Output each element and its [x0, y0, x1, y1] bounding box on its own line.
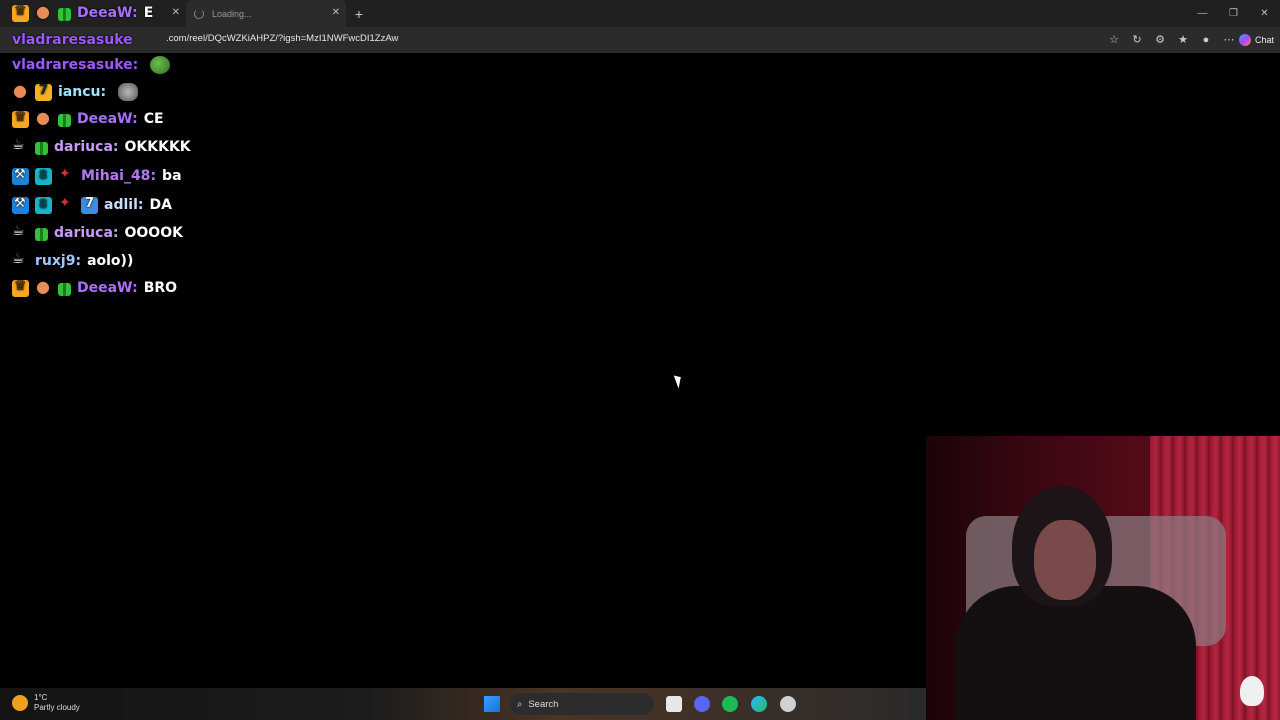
obs-icon[interactable]: [780, 696, 796, 712]
chat-username: dariuca:: [54, 225, 119, 241]
chat-username: vladraresasuke:: [12, 57, 139, 73]
edge-icon[interactable]: [751, 696, 767, 712]
file-explorer-icon[interactable]: [666, 696, 682, 712]
crown-badge-icon: [12, 109, 29, 128]
gift-badge-icon: [58, 282, 71, 296]
hammer-badge-icon: [12, 196, 29, 214]
maximize-icon[interactable]: ❐: [1218, 0, 1249, 27]
chat-text: OKKKKK: [124, 139, 191, 155]
blue7-badge-icon: [81, 196, 98, 214]
favorites-icon[interactable]: ★: [1174, 31, 1192, 49]
chat-message: dariuca: OKKKKK: [12, 136, 191, 158]
chat-text: OOOOK: [124, 225, 183, 241]
window-controls: — ❐ ✕: [1187, 0, 1280, 27]
chat-text: ba: [162, 168, 182, 184]
chat-message: adlil: DA: [12, 194, 172, 216]
chat-username: adlil:: [104, 197, 144, 213]
crown-badge-icon: [12, 3, 29, 22]
toolbar-icons: ☆ ↻ ⚙ ★ ● ⋯: [1105, 31, 1238, 49]
chat-message: dariuca: OOOOK: [12, 222, 183, 244]
discord-icon[interactable]: [694, 696, 710, 712]
cat-badge-icon: [12, 81, 29, 101]
weather-temp: 1°C: [34, 693, 48, 702]
search-label: Search: [528, 698, 559, 710]
chat-message: ruxj9: aolo)): [12, 250, 133, 272]
favorite-star-icon[interactable]: ☆: [1105, 31, 1123, 49]
sub-badge-icon: [35, 196, 52, 214]
chat-username: iancu:: [58, 84, 107, 100]
windows-start-icon[interactable]: [484, 696, 500, 712]
chat-text: BRO: [143, 280, 178, 296]
taskbar: 1°C Partly cloudy ⌕ Search: [0, 688, 926, 720]
chat-text: E: [143, 5, 154, 21]
gift-badge-icon: [58, 113, 71, 127]
more-menu-icon[interactable]: ⋯: [1220, 31, 1238, 49]
cup-badge-icon: [12, 137, 29, 156]
cat-badge-icon: [35, 2, 52, 22]
chat-username: Mihai_48:: [81, 168, 157, 184]
close-window-icon[interactable]: ✕: [1249, 0, 1280, 27]
stream-chat-overlay: DeeaW: E vladraresasuke vladraresasuke: …: [0, 0, 300, 300]
cat-badge-icon: [35, 108, 52, 128]
webcam-feed: [926, 436, 1280, 720]
chat-message: iancu:: [12, 81, 139, 103]
streamer-face: [1034, 520, 1096, 600]
copilot-chat-button[interactable]: Chat: [1238, 31, 1274, 49]
cup-badge-icon: [12, 223, 29, 242]
crown-badge-icon: [12, 278, 29, 297]
weather-condition: Partly cloudy: [34, 703, 80, 712]
seven-badge-icon: [35, 83, 52, 101]
streamer-body: [956, 586, 1196, 720]
chat-message: Mihai_48: ba: [12, 165, 182, 187]
chat-username: DeeaW:: [77, 5, 138, 21]
copilot-icon: [1238, 34, 1251, 46]
chat-username: DeeaW:: [77, 280, 138, 296]
spotify-icon[interactable]: [722, 696, 738, 712]
chat-text: aolo)): [87, 253, 134, 269]
chat-message: DeeaW: CE: [12, 108, 164, 130]
close-icon[interactable]: ✕: [332, 7, 340, 18]
cat-emote-icon: [118, 83, 139, 101]
chat-username: ruxj9:: [35, 253, 82, 269]
duck-figure: [1240, 676, 1264, 706]
chat-message: vladraresasuke: [12, 29, 139, 51]
chat-username: dariuca:: [54, 139, 119, 155]
chat-text: CE: [143, 111, 164, 127]
chat-button-label: Chat: [1254, 35, 1274, 45]
gun-badge-icon: [58, 195, 75, 214]
gun-badge-icon: [58, 166, 75, 185]
cup-badge-icon: [12, 251, 29, 270]
extensions-icon[interactable]: ⚙: [1151, 31, 1169, 49]
chat-text: DA: [149, 197, 172, 213]
gift-badge-icon: [35, 141, 48, 155]
sub-badge-icon: [35, 167, 52, 185]
new-tab-button[interactable]: +: [346, 6, 372, 22]
taskbar-search[interactable]: ⌕ Search: [509, 693, 654, 715]
chat-message: DeeaW: BRO: [12, 277, 177, 299]
weather-widget[interactable]: 1°C Partly cloudy: [12, 693, 80, 713]
gift-badge-icon: [58, 7, 71, 21]
search-icon: ⌕: [517, 698, 523, 710]
mouse-cursor-icon: [673, 373, 685, 389]
chat-username: vladraresasuke: [12, 32, 133, 48]
profile-avatar-icon[interactable]: ●: [1197, 31, 1215, 49]
chat-message: DeeaW: E: [12, 2, 153, 24]
chat-message: vladraresasuke:: [12, 54, 171, 76]
refresh-icon[interactable]: ↻: [1128, 31, 1146, 49]
minimize-icon[interactable]: —: [1187, 0, 1218, 27]
hammer-badge-icon: [12, 167, 29, 185]
pepe-emote-icon: [150, 56, 171, 74]
cat-badge-icon: [35, 277, 52, 297]
chat-username: DeeaW:: [77, 111, 138, 127]
gift-badge-icon: [35, 227, 48, 241]
weather-icon: [12, 695, 28, 711]
